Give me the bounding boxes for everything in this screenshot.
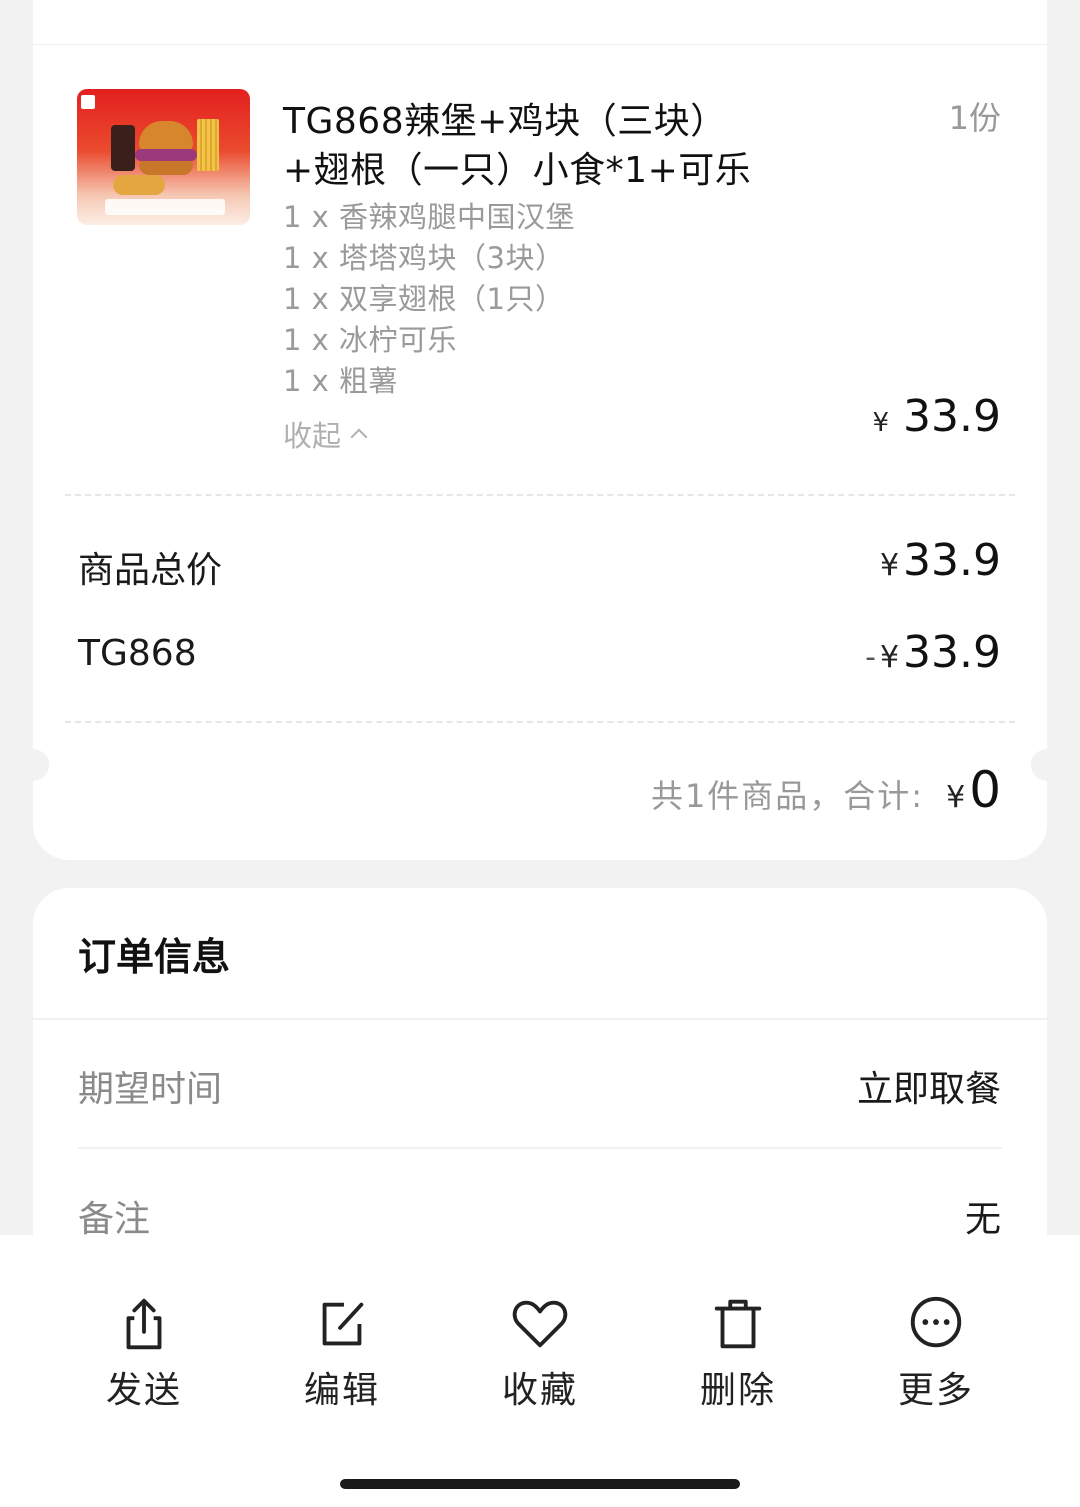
collapse-button[interactable]: 收起 [283,413,368,455]
sub-item-list: 1 x 香辣鸡腿中国汉堡 1 x 塔塔鸡块（3块） 1 x 双享翅根（1只） 1… [283,197,763,402]
order-total-summary: 共1件商品，合计: ¥ 0 [651,761,1001,819]
currency-symbol: ¥ [946,780,966,815]
currency-symbol: ¥ [879,640,900,675]
coupon-label: TG868 [78,633,197,674]
edit-button[interactable]: 编辑 [272,1293,412,1413]
goods-total-amount: 33.9 [903,535,1001,586]
dashed-divider [65,721,1015,723]
minus-sign: - [865,640,876,675]
more-label: 更多 [897,1370,974,1411]
goods-total-label: 商品总价 [78,550,223,591]
ticket-notch-right [1031,749,1063,781]
sub-item: 1 x 塔塔鸡块（3块） [283,241,565,275]
favorite-label: 收藏 [501,1370,578,1411]
trash-icon [714,1299,762,1349]
more-button[interactable]: 更多 [866,1293,1006,1413]
item-title-line1: TG868辣堡+鸡块（三块） [283,101,727,142]
expected-time-value: 立即取餐 [856,1069,1001,1110]
order-info-card: 订单信息 期望时间 立即取餐 备注 无 [33,888,1047,1288]
collapse-label: 收起 [283,419,342,453]
order-info-title: 订单信息 [78,935,231,979]
currency-symbol: ¥ [879,548,900,583]
delete-label: 删除 [699,1370,776,1411]
item-count-text: 共1件商品，合计: [650,777,925,815]
sub-item: 1 x 香辣鸡腿中国汉堡 [283,200,576,234]
item-price: ¥ 33.9 [872,391,1001,442]
expected-time-label: 期望时间 [78,1069,223,1110]
delete-button[interactable]: 删除 [668,1293,808,1413]
send-label: 发送 [105,1370,182,1411]
burger-base-drawing [139,161,193,175]
bottom-toolbar: 发送 编辑 收藏 删除 更多 [0,1235,1080,1507]
order-card: TG868辣堡+鸡块（三块） +翅根（一只）小食*1+可乐 1份 1 x 香辣鸡… [17,44,1063,860]
product-image[interactable] [77,89,250,225]
brand-logo-icon [81,95,95,109]
currency-symbol: ¥ [872,408,890,438]
divider [78,1147,1002,1149]
send-button[interactable]: 发送 [74,1293,214,1413]
cola-drawing [111,125,135,171]
order-total-amount: 0 [969,761,1001,819]
share-icon [126,1298,162,1350]
sub-item: 1 x 冰柠可乐 [283,323,458,357]
divider [33,1018,1047,1020]
burger-bun-drawing [139,121,193,151]
home-indicator[interactable] [340,1479,740,1489]
favorite-button[interactable]: 收藏 [470,1293,610,1413]
chevron-up-icon [350,428,368,446]
heart-icon [512,1300,568,1348]
edit-icon [322,1302,364,1346]
more-icon [910,1296,962,1348]
coupon-discount-value: - ¥ 33.9 [865,627,1001,678]
fries-drawing [197,119,219,171]
ticket-notch-left [17,749,49,781]
burger-filling-drawing [135,149,197,161]
coupon-discount-amount: 33.9 [903,627,1001,678]
nuggets-drawing [113,175,165,195]
item-title-line2: +翅根（一只）小食*1+可乐 [283,150,752,191]
card-top-strip [33,0,1047,44]
sub-item: 1 x 双享翅根（1只） [283,282,565,316]
sub-item: 1 x 粗薯 [283,364,399,398]
dashed-divider [65,494,1015,496]
item-quantity: 1份 [948,99,1001,137]
goods-total-value: ¥ 33.9 [880,535,1001,586]
tray-drawing [105,199,225,215]
edit-label: 编辑 [303,1370,380,1411]
item-price-value: 33.9 [903,391,1001,442]
item-title: TG868辣堡+鸡块（三块） +翅根（一只）小食*1+可乐 [283,97,783,195]
